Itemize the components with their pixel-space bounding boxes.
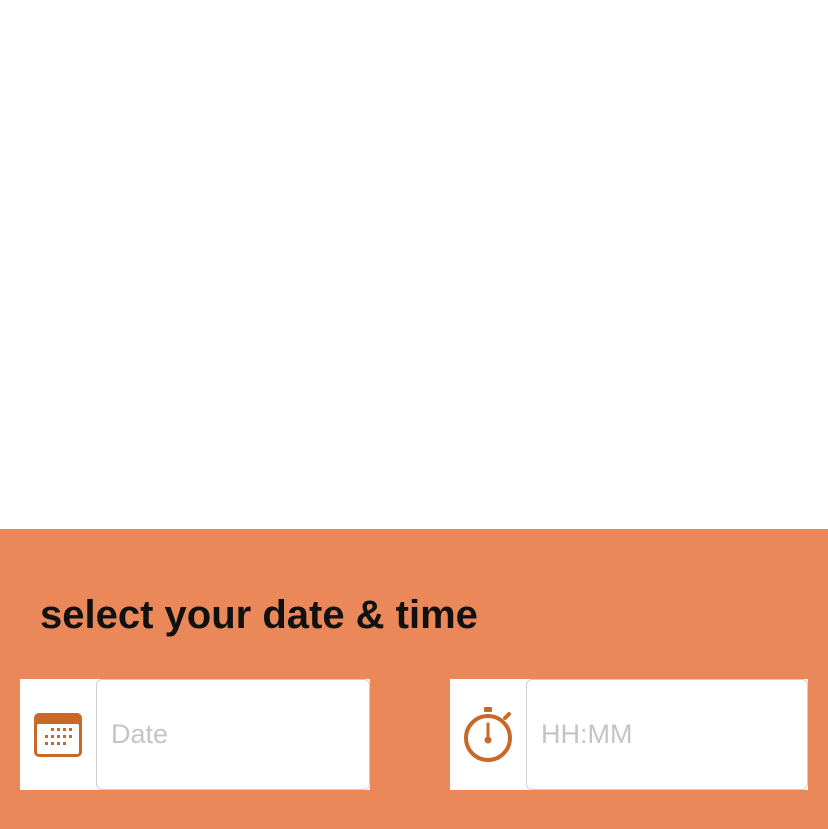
date-input[interactable] [96, 679, 370, 790]
page: select your date & time [0, 0, 828, 829]
date-field-group [20, 679, 370, 790]
time-field-group [450, 679, 808, 790]
calendar-icon[interactable] [20, 679, 96, 790]
panel-heading: select your date & time [40, 593, 478, 637]
time-input[interactable] [526, 679, 808, 790]
stopwatch-icon[interactable] [450, 679, 526, 790]
